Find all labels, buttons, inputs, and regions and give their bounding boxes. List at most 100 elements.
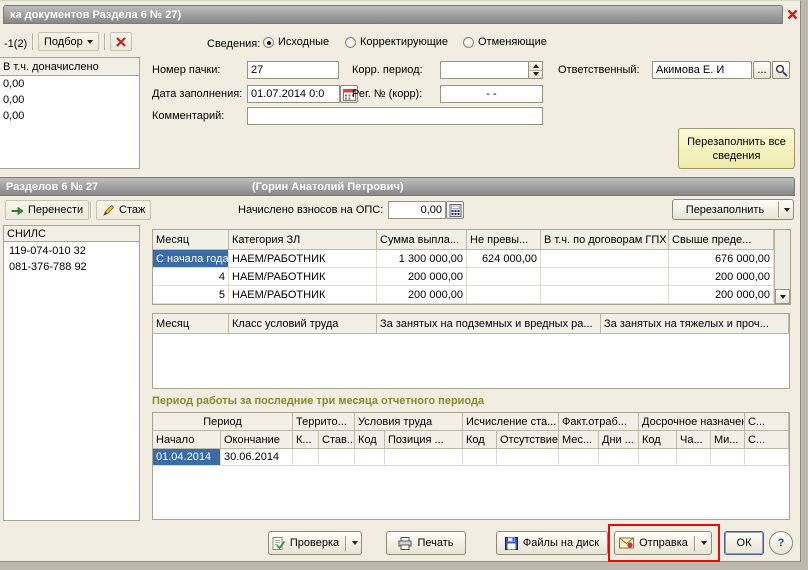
table-cell[interactable] — [711, 449, 745, 466]
column-header[interactable]: За занятых на тяжелых и проч... — [601, 314, 789, 334]
table-cell[interactable]: 200 000,00 — [669, 268, 774, 286]
table-cell[interactable] — [467, 268, 541, 286]
table-cell[interactable] — [463, 449, 497, 466]
table-cell[interactable] — [677, 449, 711, 466]
column-header[interactable]: Ча... — [677, 431, 711, 449]
list-item[interactable]: 081-376-788 92 — [9, 261, 87, 273]
column-group-header[interactable]: Период — [153, 413, 293, 431]
table-cell[interactable]: 0,00 — [3, 94, 24, 106]
column-group-header[interactable]: Террито... — [293, 413, 355, 431]
column-header[interactable]: Не превы... — [467, 230, 541, 250]
table-cell[interactable] — [639, 449, 677, 466]
column-header[interactable]: Ми... — [711, 431, 745, 449]
column-header[interactable]: Класс условий труда — [229, 314, 377, 334]
table-cell[interactable]: 200 000,00 — [377, 286, 467, 304]
table-cell[interactable]: 200 000,00 — [377, 268, 467, 286]
table-cell[interactable] — [385, 449, 463, 466]
column-header[interactable]: Категория ЗЛ — [229, 230, 377, 250]
reg-number-field[interactable]: - - — [440, 85, 543, 103]
column-header[interactable]: За занятых на подземных и вредных ра... — [377, 314, 601, 334]
column-group-header[interactable]: Досрочное назначение — [639, 413, 745, 431]
delete-button[interactable] — [110, 32, 132, 51]
files-to-disk-button[interactable]: Файлы на диск — [496, 531, 608, 555]
column-header[interactable]: Код — [355, 431, 385, 449]
column-header[interactable]: Свыше преде... — [669, 230, 774, 250]
column-group-header[interactable]: Факт.отраб... — [559, 413, 639, 431]
conditions-empty-body[interactable] — [153, 334, 789, 388]
table-cell[interactable] — [541, 250, 669, 268]
refill-section-button[interactable]: Перезаполнить — [672, 199, 794, 220]
vertical-scrollbar[interactable] — [774, 230, 790, 304]
column-header[interactable]: Код — [639, 431, 677, 449]
radio-korrektiruyushchie[interactable]: Корректирующие — [345, 36, 448, 48]
table-cell[interactable]: 200 000,00 — [669, 286, 774, 304]
send-button[interactable]: Отправка — [614, 531, 712, 555]
table-cell[interactable]: 624 000,00 — [467, 250, 541, 268]
column-header[interactable]: В т.ч. по договорам ГПХ — [541, 230, 669, 250]
table-cell[interactable] — [599, 449, 639, 466]
table-cell[interactable]: 30.06.2014 — [221, 449, 293, 466]
responsible-ellipsis-button[interactable]: ... — [753, 61, 771, 79]
spinner-control[interactable] — [528, 62, 542, 78]
table-cell[interactable]: 01.04.2014 — [153, 449, 221, 466]
check-button[interactable]: Проверка — [268, 531, 362, 555]
left-table-header[interactable]: В т.ч. доначислено — [0, 57, 140, 76]
column-header[interactable]: Месяц — [153, 314, 229, 334]
column-group-header[interactable]: С... — [745, 413, 789, 431]
table-cell[interactable] — [541, 268, 669, 286]
column-header[interactable]: Став... — [319, 431, 355, 449]
responsible-search-button[interactable] — [772, 61, 790, 79]
table-cell[interactable]: НАЕМ/РАБОТНИК — [229, 286, 377, 304]
spinner-up-button[interactable] — [529, 62, 542, 71]
table-cell[interactable]: С начала года — [153, 250, 229, 268]
table-row[interactable]: 5 НАЕМ/РАБОТНИК 200 000,00 200 000,00 — [153, 286, 774, 304]
close-button[interactable] — [785, 7, 800, 22]
refill-dropdown[interactable] — [780, 207, 793, 212]
column-header[interactable]: Сумма выпла... — [377, 230, 467, 250]
table-cell[interactable] — [293, 449, 319, 466]
table-cell[interactable]: НАЕМ/РАБОТНИК — [229, 268, 377, 286]
column-header[interactable]: Позиция ... — [385, 431, 463, 449]
column-header[interactable]: Дни ... — [599, 431, 639, 449]
table-cell[interactable] — [559, 449, 599, 466]
ok-button[interactable]: ОК — [724, 531, 764, 555]
column-header[interactable]: Начало — [153, 431, 221, 449]
column-header[interactable]: С... — [745, 431, 789, 449]
column-header[interactable]: Мес... — [559, 431, 599, 449]
column-group-header[interactable]: Исчисление ста... — [463, 413, 559, 431]
period-empty-body[interactable] — [153, 466, 789, 519]
column-header[interactable]: Окончание — [221, 431, 293, 449]
print-button[interactable]: Печать — [386, 531, 466, 555]
help-button[interactable]: ? — [769, 531, 793, 555]
column-group-header[interactable]: Условия труда — [355, 413, 463, 431]
left-table-body[interactable]: 0,00 0,00 0,00 — [0, 76, 140, 169]
table-cell[interactable] — [541, 286, 669, 304]
table-cell[interactable]: НАЕМ/РАБОТНИК — [229, 250, 377, 268]
scroll-down-button[interactable] — [775, 289, 790, 304]
refill-all-button[interactable]: Перезаполнить все сведения — [678, 128, 795, 169]
snils-list[interactable]: 119-074-010 32 081-376-788 92 — [3, 242, 140, 521]
corr-period-field[interactable] — [440, 61, 543, 79]
table-cell[interactable]: 0,00 — [3, 78, 24, 90]
table-cell[interactable] — [745, 449, 789, 466]
table-row[interactable]: С начала года НАЕМ/РАБОТНИК 1 300 000,00… — [153, 250, 774, 268]
podbor-button[interactable]: Подбор — [38, 32, 99, 51]
comment-field[interactable] — [247, 107, 543, 125]
snils-header[interactable]: СНИЛС — [3, 225, 140, 242]
table-cell[interactable]: 1 300 000,00 — [377, 250, 467, 268]
column-header[interactable]: Код — [463, 431, 497, 449]
table-cell[interactable]: 5 — [153, 286, 229, 304]
table-row[interactable]: 01.04.2014 30.06.2014 — [153, 449, 789, 466]
list-item[interactable]: 119-074-010 32 — [9, 245, 86, 257]
table-cell[interactable] — [319, 449, 355, 466]
column-header[interactable]: К... — [293, 431, 319, 449]
spinner-down-button[interactable] — [529, 70, 542, 78]
fill-date-field[interactable]: 01.07.2014 0:0 — [247, 85, 340, 103]
ops-field[interactable]: 0,00 — [388, 201, 446, 219]
calculator-button[interactable] — [446, 201, 464, 219]
radio-otmenyayushchie[interactable]: Отменяющие — [463, 36, 547, 48]
responsible-field[interactable]: Акимова Е. И — [652, 61, 752, 79]
table-cell[interactable] — [355, 449, 385, 466]
stazh-button[interactable]: Стаж — [96, 200, 152, 220]
table-row[interactable]: 4 НАЕМ/РАБОТНИК 200 000,00 200 000,00 — [153, 268, 774, 286]
